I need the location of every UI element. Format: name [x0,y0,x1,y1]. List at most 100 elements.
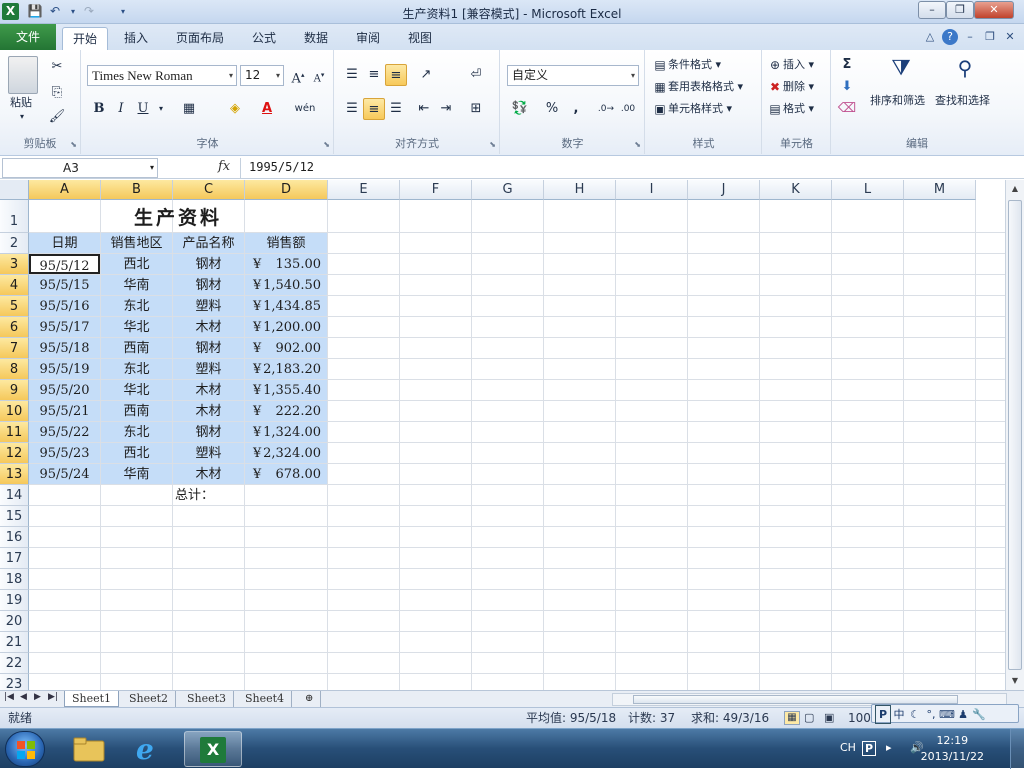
tray-ime-icon[interactable]: P [862,741,877,756]
total-label-cell[interactable]: 总计： [173,485,244,505]
ime-keyboard-icon[interactable]: ⌨ [939,706,955,723]
region-cell[interactable]: 华南 [101,275,172,295]
orientation-icon[interactable]: ↗ [415,64,437,86]
find-select-icon[interactable]: ⚲ [948,56,982,86]
align-top-icon[interactable]: ☰ [341,64,363,86]
bold-icon[interactable]: B [88,98,110,120]
sales-cell[interactable]: 1,200.00 ¥ [245,317,327,337]
increase-font-icon[interactable]: A▴ [287,64,309,86]
product-cell[interactable]: 木材 [173,317,244,337]
language-indicator[interactable]: CH [840,741,856,754]
product-cell[interactable]: 钢材 [173,254,244,274]
sheet-tab-sheet3[interactable]: Sheet3 [180,691,235,707]
align-right-icon[interactable]: ☰ [385,98,407,120]
scroll-down-icon[interactable]: ▼ [1008,674,1022,688]
column-header-f[interactable]: F [400,180,472,200]
first-sheet-icon[interactable]: |◀ [4,692,14,702]
region-cell[interactable]: 东北 [101,359,172,379]
paste-dropdown-icon[interactable]: ▾ [20,112,24,121]
show-desktop-button[interactable] [1010,729,1024,769]
find-select-button[interactable]: 查找和选择 [935,92,990,108]
autosum-icon[interactable]: Σ [836,54,858,76]
region-cell[interactable]: 西北 [101,254,172,274]
format-painter-icon[interactable]: 🖌 [46,106,68,128]
normal-view-icon[interactable]: ▦ [784,711,800,725]
row-header-16[interactable]: 16 [0,527,29,548]
tab-file[interactable]: 文件 [0,24,56,50]
vertical-scrollbar[interactable]: ▲ ▼ [1005,180,1024,690]
column-header-i[interactable]: I [616,180,688,200]
italic-icon[interactable]: I [110,98,132,120]
row-header-14[interactable]: 14 [0,485,29,506]
worksheet-grid[interactable]: ABCDEFGHIJKLM 1 2 3 4 5 6 7 8 9 10 11 12 13 14 15 16 17 1… [0,180,1005,690]
row-header-22[interactable]: 22 [0,653,29,674]
ie-taskbar-button[interactable]: e [122,731,180,767]
row-header-15[interactable]: 15 [0,506,29,527]
increase-indent-icon[interactable]: ⇥ [435,98,457,120]
decrease-font-icon[interactable]: A▾ [308,64,330,86]
tab-insert[interactable]: 插入 [114,27,158,50]
product-cell[interactable]: 钢材 [173,338,244,358]
cell-styles-button[interactable]: ▣ 单元格样式 ▾ [652,100,732,117]
font-size-combo[interactable]: 12 ▾ [240,65,284,86]
currency-format-icon[interactable]: 💱 [509,98,531,120]
row-header-21[interactable]: 21 [0,632,29,653]
sales-cell[interactable]: 2,324.00 ¥ [245,443,327,463]
sales-cell[interactable]: 1,434.85 ¥ [245,296,327,316]
product-cell[interactable]: 钢材 [173,275,244,295]
clear-icon[interactable]: ⌫ [836,98,858,120]
minimize-button[interactable]: – [918,1,946,19]
sales-cell[interactable]: 678.00 ¥ [245,464,327,484]
system-clock[interactable]: 12:19 2013/11/22 [921,733,984,765]
date-cell[interactable]: 95/5/19 [29,359,100,379]
borders-icon[interactable]: ▦ [178,98,200,120]
date-cell[interactable]: 95/5/23 [29,443,100,463]
tab-data[interactable]: 数据 [294,27,338,50]
row-header-23[interactable]: 23 [0,674,29,690]
tab-review[interactable]: 审阅 [346,27,390,50]
font-launcher-icon[interactable]: ⬊ [323,140,330,149]
collapse-ribbon-icon[interactable]: △ [922,29,938,45]
column-header-k[interactable]: K [760,180,832,200]
insert-button[interactable]: ⊕ 插入 ▾ [767,56,814,73]
column-header-l[interactable]: L [832,180,904,200]
header-cell[interactable]: 销售额 [245,233,327,253]
ime-settings-icon[interactable]: 🔧 [971,706,987,723]
comma-style-icon[interactable]: , [565,98,587,120]
align-bottom-icon[interactable]: ≡ [385,64,407,86]
row-header-2[interactable]: 2 [0,233,29,254]
help-icon[interactable]: ? [942,29,958,45]
delete-button[interactable]: ✖ 删除 ▾ [767,78,814,95]
scroll-up-icon[interactable]: ▲ [1008,182,1022,196]
sheet-title-cell[interactable]: 生产资料 [29,200,327,233]
product-cell[interactable]: 木材 [173,380,244,400]
align-middle-icon[interactable]: ≡ [363,64,385,86]
row-header-19[interactable]: 19 [0,590,29,611]
tab-page-layout[interactable]: 页面布局 [166,27,234,50]
percent-icon[interactable]: % [541,98,563,120]
date-cell[interactable]: 95/5/18 [29,338,100,358]
product-cell[interactable]: 木材 [173,401,244,421]
column-header-a[interactable]: A [29,180,101,200]
fill-icon[interactable]: ⬇ [836,76,858,98]
conditional-format-button[interactable]: ▤ 条件格式 ▾ [652,56,721,73]
header-cell[interactable]: 产品名称 [173,233,244,253]
sheet-tab-sheet4[interactable]: Sheet4 [238,691,293,707]
sheet-tab-sheet1[interactable]: Sheet1 [64,691,120,707]
copy-icon[interactable]: ⎘ [46,82,68,104]
column-header-e[interactable]: E [328,180,400,200]
horizontal-scroll-thumb[interactable] [633,695,958,704]
close-workbook-icon[interactable]: ✕ [1002,29,1018,45]
font-name-combo[interactable]: Times New Roman ▾ [87,65,237,86]
restore-workbook-icon[interactable]: ❐ [982,29,998,45]
explorer-taskbar-button[interactable] [60,731,118,767]
increase-decimal-icon[interactable]: .0→ [595,98,617,120]
paste-icon[interactable] [8,56,38,94]
underline-dropdown-icon[interactable]: ▾ [150,98,172,120]
date-cell[interactable]: 95/5/12 [29,254,100,274]
format-button[interactable]: ▤ 格式 ▾ [767,100,814,117]
row-header-8[interactable]: 8 [0,359,29,380]
row-header-6[interactable]: 6 [0,317,29,338]
sort-filter-button[interactable]: 排序和筛选 [870,92,925,108]
row-header-11[interactable]: 11 [0,422,29,443]
